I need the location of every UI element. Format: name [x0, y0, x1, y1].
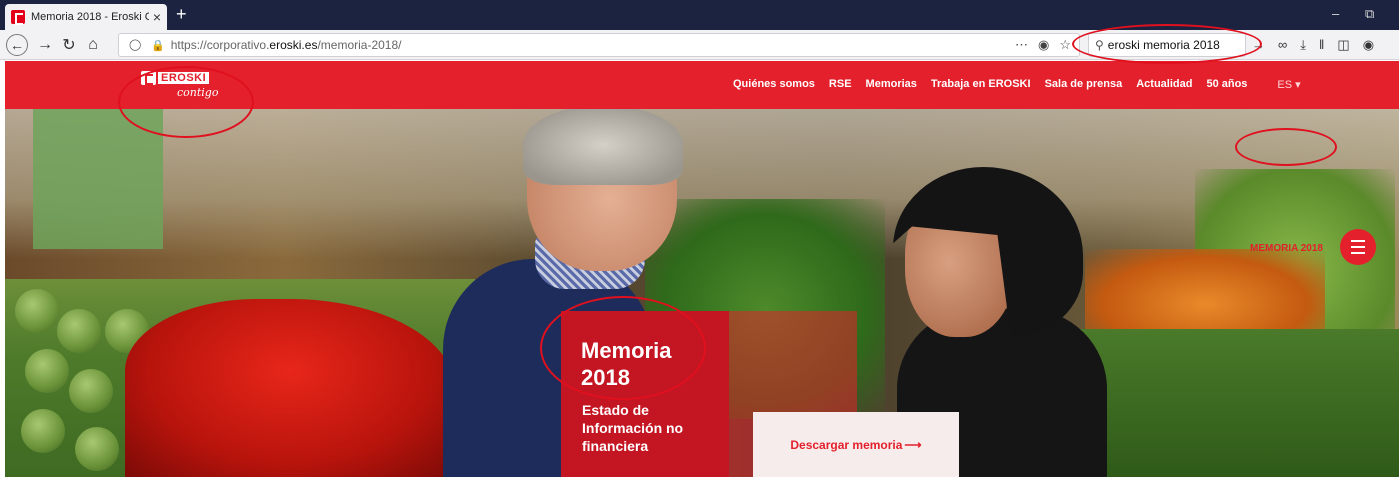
hero-title: Memoria 2018: [581, 338, 672, 390]
library-icon[interactable]: ‖: [1319, 37, 1324, 53]
search-value: eroski memoria 2018: [1107, 38, 1220, 52]
logo-word: EROSKI: [158, 72, 210, 84]
hero-decor: [33, 109, 163, 249]
menu-item-sala-prensa[interactable]: Sala de prensa: [1045, 78, 1123, 91]
menu-item-actualidad[interactable]: Actualidad: [1136, 78, 1192, 91]
menu-item-50-anos[interactable]: 50 años: [1206, 78, 1247, 91]
language-selector[interactable]: ES ▾: [1277, 78, 1300, 91]
logo-tagline: contigo: [177, 86, 219, 99]
hero-decor: [21, 409, 65, 453]
url-text[interactable]: https://corporativo.eroski.es/memoria-20…: [171, 38, 402, 52]
url-bar[interactable]: ◯ 🔒 https://corporativo.eroski.es/memori…: [118, 33, 1080, 57]
browser-navbar: ← → ↻ ⌂ ◯ 🔒 https://corporativo.eroski.e…: [0, 30, 1399, 60]
sidebar-icon[interactable]: ◫: [1337, 37, 1349, 53]
eroski-favicon-icon: [11, 10, 25, 25]
shield-icon[interactable]: ◯: [129, 38, 141, 52]
browser-tab[interactable]: Memoria 2018 - Eroski Corpora ×: [5, 4, 167, 30]
memoria-2018-label[interactable]: MEMORIA 2018: [1250, 243, 1323, 254]
menu-icon[interactable]: [1340, 229, 1376, 265]
hero-decor: [125, 299, 455, 477]
hero-decor: [57, 309, 101, 353]
hero-decor: [69, 369, 113, 413]
hero-decor: [1065, 329, 1399, 477]
arrow-right-icon: ⟶: [904, 437, 922, 452]
menu-item-memorias[interactable]: Memorias: [866, 78, 917, 91]
search-icon: ⚲: [1095, 38, 1104, 52]
account-icon[interactable]: ◉: [1363, 37, 1374, 53]
go-arrow-icon[interactable]: →: [1252, 37, 1265, 53]
close-tab-icon[interactable]: ×: [153, 9, 161, 25]
eroski-logo[interactable]: EROSKI contigo: [141, 71, 218, 99]
home-icon[interactable]: ⌂: [82, 34, 104, 56]
lock-icon[interactable]: 🔒: [151, 39, 165, 52]
reload-icon[interactable]: ↻: [58, 34, 80, 56]
page-actions-icon[interactable]: ⋯: [1015, 37, 1028, 53]
pocket-icon[interactable]: ◉: [1038, 37, 1049, 53]
download-report-button[interactable]: Descargar memoria ⟶: [753, 412, 959, 477]
hero-decor: [523, 109, 683, 185]
download-label: Descargar memoria: [790, 437, 903, 452]
menu-item-quienes-somos[interactable]: Quiénes somos: [733, 78, 815, 91]
minimize-button[interactable]: –: [1332, 6, 1339, 21]
new-tab-button[interactable]: +: [176, 4, 187, 25]
hero-decor: [25, 349, 69, 393]
eroski-logo-mark-icon: [141, 71, 156, 85]
hero-banner: Memoria 2018 Estado de Información no fi…: [5, 109, 1399, 477]
forward-icon[interactable]: →: [34, 34, 56, 56]
tab-title: Memoria 2018 - Eroski Corpora: [31, 11, 149, 23]
download-icon[interactable]: ⤓: [1300, 37, 1306, 53]
glasses-icon[interactable]: ∞: [1278, 37, 1287, 53]
hero-subtitle: Estado de Información no financiera: [582, 402, 684, 454]
restore-button[interactable]: ⧉: [1365, 6, 1374, 22]
main-menu: Quiénes somos RSE Memorias Trabaja en ER…: [733, 78, 1301, 91]
hero-decor: [15, 289, 59, 333]
hero-decor: [75, 427, 119, 471]
menu-item-rse[interactable]: RSE: [829, 78, 852, 91]
back-icon[interactable]: ←: [6, 34, 28, 56]
search-input[interactable]: ⚲ eroski memoria 2018: [1088, 33, 1246, 57]
browser-titlebar: Memoria 2018 - Eroski Corpora × + – ⧉: [0, 0, 1399, 30]
site-header: EROSKI contigo Quiénes somos RSE Memoria…: [5, 61, 1399, 109]
menu-item-trabaja[interactable]: Trabaja en EROSKI: [931, 78, 1031, 91]
star-icon[interactable]: ☆: [1059, 37, 1071, 53]
